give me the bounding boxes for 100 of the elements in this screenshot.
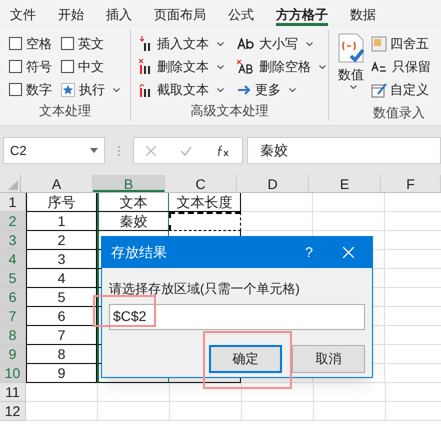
- checkbox[interactable]: [61, 60, 74, 73]
- cell-text: 3: [58, 251, 66, 267]
- ribbon-button[interactable]: 大小写: [237, 32, 335, 55]
- drag-handle-icon: [118, 146, 120, 156]
- edit-table-icon: [371, 82, 387, 98]
- row-header[interactable]: 7: [0, 307, 26, 326]
- checkbox[interactable]: [61, 37, 74, 50]
- checkbox-label: 中文: [78, 58, 104, 76]
- column-header[interactable]: E: [309, 175, 381, 192]
- cell-text: 6: [58, 308, 66, 324]
- dropdown-icon: [90, 148, 98, 153]
- caret-icon: [217, 64, 224, 68]
- group-label: 文本处理: [38, 102, 92, 120]
- group-label: 高级文本处理: [190, 102, 270, 120]
- ribbon-tab[interactable]: 开始: [58, 0, 84, 26]
- row-header[interactable]: 3: [0, 231, 26, 250]
- cell-text: 秦姣: [120, 213, 148, 229]
- table-cell: [242, 383, 314, 402]
- table-cell: [98, 383, 170, 402]
- checkbox-label: 英文: [78, 34, 104, 53]
- group-label: 数值录入: [373, 105, 425, 120]
- row-header[interactable]: 12: [0, 402, 26, 421]
- caret-icon: [217, 88, 224, 92]
- table-icon: [371, 36, 387, 52]
- caret-icon: [113, 88, 120, 92]
- ribbon-button[interactable]: 删除文本: [139, 55, 237, 78]
- cell-text: 7: [58, 327, 66, 343]
- caret-icon: [350, 84, 356, 88]
- ribbon-tab[interactable]: 插入: [106, 0, 132, 26]
- caret-icon: [306, 42, 313, 46]
- table-cell: [314, 402, 386, 421]
- caret-icon: [289, 88, 296, 92]
- ribbon-tab[interactable]: 公式: [228, 0, 254, 26]
- row-header[interactable]: 10: [0, 364, 26, 383]
- ribbon-button[interactable]: 自定义: [371, 78, 431, 101]
- row-header[interactable]: 4: [0, 250, 26, 269]
- dialog-button[interactable]: 取消: [292, 344, 365, 372]
- checkbox[interactable]: [9, 60, 22, 73]
- check-icon[interactable]: [180, 146, 192, 156]
- ribbon-button[interactable]: 截取文本: [139, 78, 237, 101]
- cell-text: 5: [58, 289, 66, 305]
- formula-field[interactable]: 秦姣: [247, 137, 441, 164]
- close-icon[interactable]: [343, 247, 354, 258]
- ribbon-button[interactable]: 插入文本: [139, 32, 237, 55]
- highlight-frame: [93, 295, 156, 327]
- number-button[interactable]: 数值: [333, 32, 369, 101]
- number-check-icon: [338, 34, 364, 63]
- ribbon-button[interactable]: 更多: [237, 78, 335, 101]
- delete-space-icon: [237, 60, 255, 74]
- row-header[interactable]: 8: [0, 326, 26, 345]
- name-box[interactable]: C2: [3, 137, 105, 164]
- table-cell: [170, 402, 242, 421]
- row-header[interactable]: 6: [0, 288, 26, 307]
- row-header[interactable]: 2: [0, 212, 26, 231]
- ribbon-button[interactable]: 删除空格: [237, 55, 335, 78]
- ribbon-button[interactable]: 只保留: [371, 55, 431, 78]
- row-header[interactable]: 11: [0, 383, 26, 402]
- range-field[interactable]: $C$2: [109, 304, 365, 330]
- row-header[interactable]: 9: [0, 345, 26, 364]
- caret-icon: [319, 64, 326, 68]
- table-cell: [170, 383, 242, 402]
- row-header[interactable]: 1: [0, 193, 26, 212]
- arrow-right-icon: [237, 84, 251, 94]
- cell-text: 序号: [48, 194, 76, 210]
- insert-text-icon: [139, 36, 153, 52]
- checkbox-label: 空格: [26, 34, 52, 53]
- ribbon-button[interactable]: 四舍五: [371, 32, 431, 55]
- dialog-button[interactable]: 确定: [209, 344, 282, 372]
- letter-case-icon: [237, 38, 255, 50]
- row-header[interactable]: 5: [0, 269, 26, 288]
- checkbox-label: 符号: [26, 58, 52, 76]
- run-button[interactable]: 执行: [61, 78, 131, 101]
- ribbon-tab[interactable]: 文件: [10, 0, 36, 26]
- table-cell: [314, 383, 386, 402]
- column-header[interactable]: D: [237, 175, 309, 192]
- delete-text-icon: [139, 58, 153, 74]
- table-cell: [98, 402, 170, 421]
- cut-text-icon: [139, 82, 153, 98]
- abc-icon: [371, 60, 389, 72]
- cell-text: 文本长度: [176, 194, 232, 210]
- table-cell: [242, 402, 314, 421]
- ribbon-tab[interactable]: 数据: [350, 0, 376, 26]
- caret-icon: [217, 42, 224, 46]
- column-header[interactable]: C: [165, 175, 237, 192]
- column-header[interactable]: F: [381, 175, 441, 192]
- table-cell: [26, 402, 98, 421]
- checkbox[interactable]: [9, 37, 22, 50]
- checkbox[interactable]: [9, 83, 22, 96]
- table-cell: [26, 383, 98, 402]
- cell-text: 8: [58, 346, 66, 362]
- ribbon-tab[interactable]: 页面布局: [154, 0, 206, 26]
- help-button[interactable]: ?: [297, 242, 321, 263]
- dialog-title: 存放结果: [111, 243, 168, 262]
- column-header[interactable]: B: [93, 175, 165, 192]
- function-icon[interactable]: [216, 144, 230, 156]
- cell-text: 4: [58, 270, 66, 286]
- table-cell: [313, 212, 385, 231]
- checkbox-label: 数字: [26, 80, 52, 99]
- cell-text: 9: [58, 365, 66, 381]
- star-icon: [61, 82, 75, 96]
